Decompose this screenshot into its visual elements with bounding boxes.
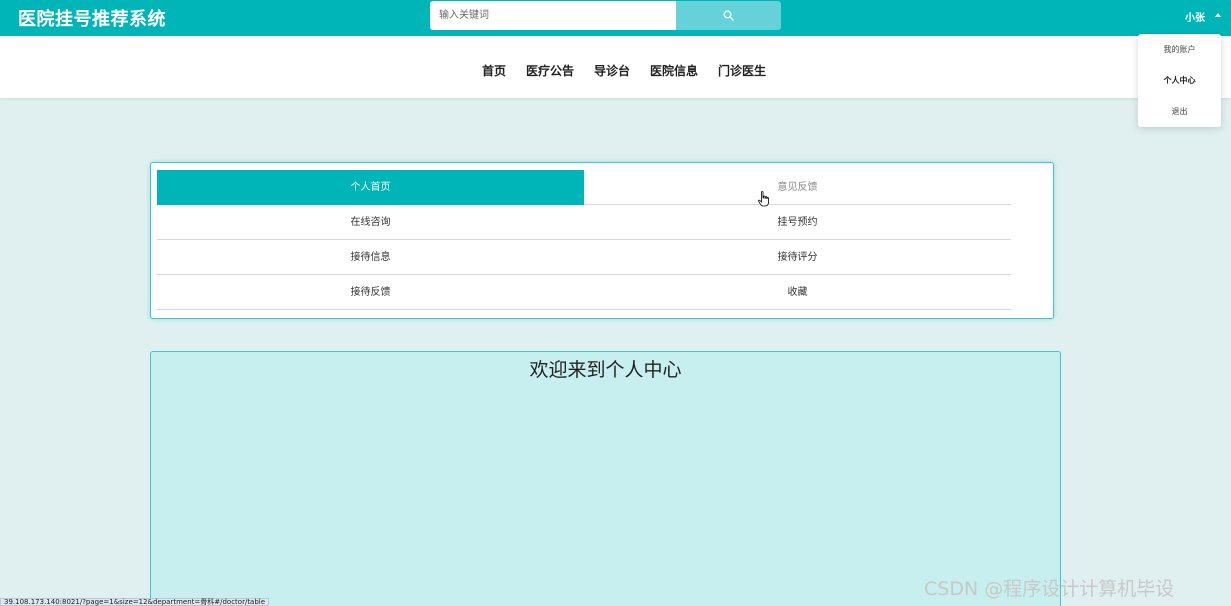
menu-item-logout[interactable]: 退出: [1138, 106, 1221, 117]
nav-item-hospital-info[interactable]: 医院信息: [650, 62, 698, 79]
top-bar: 医院挂号推荐系统 小张: [0, 0, 1231, 36]
site-logo[interactable]: 医院挂号推荐系统: [18, 5, 166, 31]
menu-item-my-account[interactable]: 我的账户: [1138, 44, 1221, 55]
search-button[interactable]: [676, 1, 781, 30]
menu-favorites[interactable]: 收藏: [584, 275, 1011, 310]
main-nav: 首页 医疗公告 导诊台 医院信息 门诊医生: [0, 36, 1231, 98]
search-icon: [723, 10, 734, 21]
personal-center-menu: 个人首页 意见反馈 在线咨询 挂号预约 接待信息 接待评分 接待反馈 收藏: [150, 162, 1054, 319]
menu-feedback[interactable]: 意见反馈: [584, 170, 1011, 205]
menu-online-consult[interactable]: 在线咨询: [157, 205, 584, 240]
watermark: CSDN @程序设计计算机毕设: [924, 578, 1175, 600]
user-name[interactable]: 小张: [1185, 9, 1205, 24]
nav-item-guide-desk[interactable]: 导诊台: [594, 62, 630, 79]
caret-up-icon[interactable]: [1215, 13, 1221, 17]
nav-item-home[interactable]: 首页: [482, 62, 506, 79]
hand-cursor-icon: [758, 191, 769, 207]
status-bar-url: 39.108.173.140:8021/?page=1&size=12&depa…: [0, 598, 270, 606]
menu-reception-feedback[interactable]: 接待反馈: [157, 275, 584, 310]
menu-reception-rating[interactable]: 接待评分: [584, 240, 1011, 275]
menu-reception-info[interactable]: 接待信息: [157, 240, 584, 275]
user-dropdown-menu: 我的账户 个人中心 退出: [1138, 34, 1221, 127]
nav-item-medical-notice[interactable]: 医疗公告: [526, 62, 574, 79]
menu-item-personal-center[interactable]: 个人中心: [1138, 75, 1221, 86]
search-input[interactable]: [430, 1, 676, 30]
content-panel: 欢迎来到个人中心: [150, 351, 1061, 606]
welcome-title: 欢迎来到个人中心: [529, 359, 682, 381]
menu-personal-home[interactable]: 个人首页: [157, 170, 584, 205]
nav-item-outpatient-doctor[interactable]: 门诊医生: [718, 62, 766, 79]
menu-appointment[interactable]: 挂号预约: [584, 205, 1011, 240]
